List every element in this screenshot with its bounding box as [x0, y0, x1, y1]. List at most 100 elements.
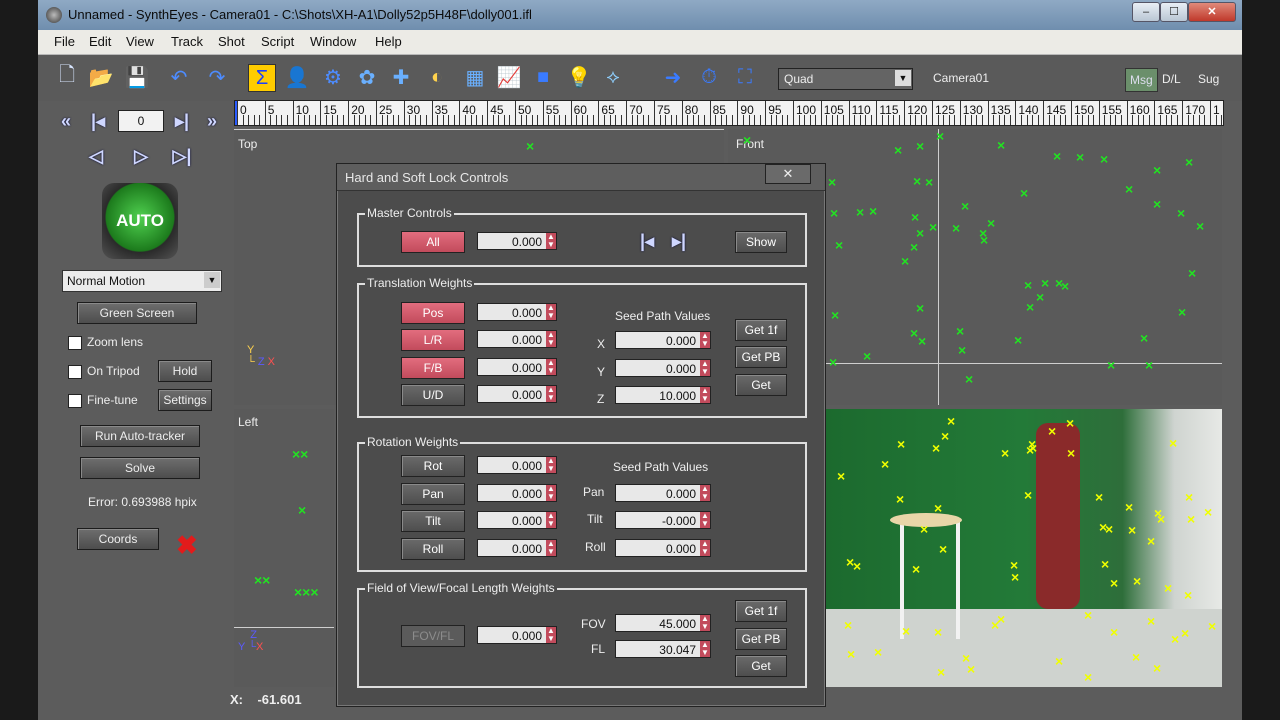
- delete-x-icon[interactable]: ✖: [176, 530, 198, 561]
- get-1f-button[interactable]: Get 1f: [735, 319, 787, 341]
- menu-track[interactable]: Track: [171, 34, 203, 49]
- spinner-icon[interactable]: ▲ ▼: [700, 485, 710, 501]
- path-icon[interactable]: ⟡: [600, 64, 626, 90]
- fb-weight-field[interactable]: 0.000 ▲ ▼: [477, 358, 557, 376]
- settings-button[interactable]: Settings: [158, 389, 212, 411]
- run-autotracker-button[interactable]: Run Auto-tracker: [80, 425, 200, 447]
- motion-type-select[interactable]: Normal Motion ▼: [62, 270, 222, 292]
- solver-gear-icon[interactable]: ⚙: [320, 64, 346, 90]
- camera-viewport[interactable]: × × × × × × × × × × × × × × × × × × × × × × × × × × × × × × × × × × × × × × × ×…: [824, 409, 1222, 687]
- menu-shot[interactable]: Shot: [218, 34, 245, 49]
- spinner-icon[interactable]: ▲ ▼: [700, 512, 710, 528]
- rot-lock-button[interactable]: Rot: [401, 455, 465, 477]
- auto-button[interactable]: AUTO: [102, 183, 178, 259]
- spinner-icon[interactable]: ▲ ▼: [700, 360, 710, 376]
- save-icon[interactable]: 💾: [124, 64, 150, 90]
- new-file-icon[interactable]: 🗋: [54, 64, 80, 90]
- cube-icon[interactable]: ■: [530, 64, 556, 90]
- coords-button[interactable]: Coords: [77, 528, 159, 550]
- arrow-right-icon[interactable]: ➜: [660, 64, 686, 90]
- spinner-icon[interactable]: ▲ ▼: [546, 540, 556, 556]
- menu-file[interactable]: File: [54, 34, 75, 49]
- seed-x-field[interactable]: 0.000 ▲ ▼: [615, 331, 711, 349]
- rewind-start-icon[interactable]: «: [54, 110, 78, 132]
- fov-get-pb-button[interactable]: Get PB: [735, 628, 787, 650]
- fit-frame-icon[interactable]: ⛶: [732, 64, 758, 90]
- spinner-icon[interactable]: ▲ ▼: [700, 332, 710, 348]
- dialog-close-button[interactable]: ✕: [765, 164, 811, 184]
- minimize-button[interactable]: –: [1132, 2, 1160, 22]
- tilt-lock-button[interactable]: Tilt: [401, 510, 465, 532]
- maximize-button[interactable]: ☐: [1160, 2, 1188, 22]
- spinner-icon[interactable]: ▲ ▼: [546, 627, 556, 643]
- pan-seed-field[interactable]: 0.000 ▲ ▼: [615, 484, 711, 502]
- lens-icon[interactable]: ◐: [424, 64, 450, 90]
- dialog-title-bar[interactable]: Hard and Soft Lock Controls ✕: [337, 164, 825, 191]
- close-window-button[interactable]: ✕: [1188, 2, 1236, 22]
- spinner-icon[interactable]: ▲ ▼: [700, 387, 710, 403]
- solve-button[interactable]: Solve: [80, 457, 200, 479]
- spinner-icon[interactable]: ▲ ▼: [700, 615, 710, 631]
- seed-z-field[interactable]: 10.000 ▲ ▼: [615, 386, 711, 404]
- spinner-icon[interactable]: ▲ ▼: [546, 457, 556, 473]
- graph-icon[interactable]: 📈: [496, 64, 522, 90]
- fine-tune-checkbox[interactable]: [68, 394, 82, 408]
- all-lock-button[interactable]: All: [401, 231, 465, 253]
- fov-field[interactable]: 45.000 ▲ ▼: [615, 614, 711, 632]
- roll-weight-field[interactable]: 0.000 ▲ ▼: [477, 539, 557, 557]
- spinner-icon[interactable]: ▲ ▼: [546, 233, 556, 249]
- all-weight-field[interactable]: 0.000 ▲ ▼: [477, 232, 557, 250]
- next-key-icon[interactable]: ▸|: [667, 230, 691, 252]
- menu-help[interactable]: Help: [375, 34, 402, 49]
- pan-weight-field[interactable]: 0.000 ▲ ▼: [477, 484, 557, 502]
- zoom-lens-checkbox[interactable]: [68, 336, 82, 350]
- menu-edit[interactable]: Edit: [89, 34, 111, 49]
- layout-select[interactable]: Quad ▼: [778, 68, 913, 90]
- fovfl-weight-field[interactable]: 0.000 ▲ ▼: [477, 626, 557, 644]
- tilt-weight-field[interactable]: 0.000 ▲ ▼: [477, 511, 557, 529]
- undo-icon[interactable]: ↶: [166, 64, 192, 90]
- spinner-icon[interactable]: ▲ ▼: [546, 386, 556, 402]
- timeline-ruler[interactable]: 0 5 10 15 20 25 30 35 40 45 50 55 60 65 70 75 80 85 90 95 10…: [234, 100, 1224, 126]
- step-forward-icon[interactable]: ▷|: [170, 145, 194, 167]
- roll-lock-button[interactable]: Roll: [401, 538, 465, 560]
- menu-script[interactable]: Script: [261, 34, 294, 49]
- clock-icon[interactable]: ⏱: [696, 64, 722, 90]
- sug-toggle[interactable]: Sug: [1198, 68, 1219, 90]
- rot-weight-field[interactable]: 0.000 ▲ ▼: [477, 456, 557, 474]
- step-back-icon[interactable]: ◁: [84, 145, 108, 167]
- roll-seed-field[interactable]: 0.000 ▲ ▼: [615, 539, 711, 557]
- pos-lock-button[interactable]: Pos: [401, 302, 465, 324]
- lightbulb-icon[interactable]: 💡: [566, 64, 592, 90]
- menu-window[interactable]: Window: [310, 34, 356, 49]
- forward-end-icon[interactable]: »: [200, 110, 224, 132]
- tilt-seed-field[interactable]: -0.000 ▲ ▼: [615, 511, 711, 529]
- redo-icon[interactable]: ↷: [204, 64, 230, 90]
- on-tripod-checkbox[interactable]: [68, 365, 82, 379]
- spinner-icon[interactable]: ▲ ▼: [546, 512, 556, 528]
- get-pb-button[interactable]: Get PB: [735, 346, 787, 368]
- ud-weight-field[interactable]: 0.000 ▲ ▼: [477, 385, 557, 403]
- spinner-icon[interactable]: ▲ ▼: [700, 641, 710, 657]
- summary-sigma-icon[interactable]: Σ: [248, 64, 276, 92]
- fl-field[interactable]: 30.047 ▲ ▼: [615, 640, 711, 658]
- fov-get-button[interactable]: Get: [735, 655, 787, 677]
- lr-lock-button[interactable]: L/R: [401, 329, 465, 351]
- viewport-left[interactable]: Left ×× × ×× ××× ZY └X: [234, 409, 334, 687]
- ud-lock-button[interactable]: U/D: [401, 384, 465, 406]
- prev-key-icon[interactable]: |◂: [86, 110, 110, 132]
- pan-lock-button[interactable]: Pan: [401, 483, 465, 505]
- lr-weight-field[interactable]: 0.000 ▲ ▼: [477, 330, 557, 348]
- menu-view[interactable]: View: [126, 34, 154, 49]
- spinner-icon[interactable]: ▲ ▼: [546, 485, 556, 501]
- prev-key-icon[interactable]: |◂: [635, 230, 659, 252]
- dl-toggle[interactable]: D/L: [1162, 68, 1181, 90]
- get-button[interactable]: Get: [735, 374, 787, 396]
- msg-toggle[interactable]: Msg: [1125, 68, 1158, 92]
- frame-number-field[interactable]: 0: [118, 110, 164, 132]
- seed-y-field[interactable]: 0.000 ▲ ▼: [615, 359, 711, 377]
- spinner-icon[interactable]: ▲ ▼: [546, 304, 556, 320]
- green-screen-button[interactable]: Green Screen: [77, 302, 197, 324]
- hold-button[interactable]: Hold: [158, 360, 212, 382]
- show-button[interactable]: Show: [735, 231, 787, 253]
